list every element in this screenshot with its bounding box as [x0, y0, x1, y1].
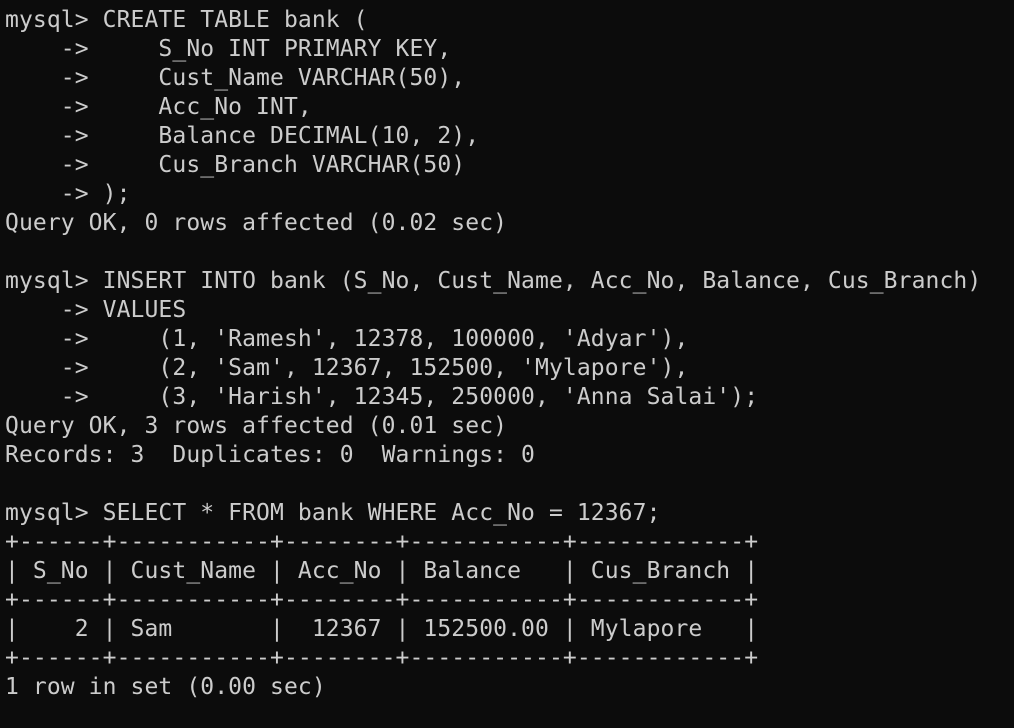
create-table-prompt-line: mysql> CREATE TABLE bank ( — [5, 7, 368, 33]
insert-prompt-line: mysql> INSERT INTO bank (S_No, Cust_Name… — [5, 268, 982, 294]
insert-continuation-line: -> (2, 'Sam', 12367, 152500, 'Mylapore')… — [5, 355, 689, 381]
create-table-continuation-line: -> Balance DECIMAL(10, 2), — [5, 123, 480, 149]
create-table-continuation-line: -> S_No INT PRIMARY KEY, — [5, 36, 452, 62]
result-table-header: | S_No | Cust_Name | Acc_No | Balance | … — [5, 558, 759, 584]
insert-continuation-line: -> (1, 'Ramesh', 12378, 100000, 'Adyar')… — [5, 326, 689, 352]
create-table-continuation-line: -> ); — [5, 181, 131, 207]
terminal-window[interactable]: mysql> CREATE TABLE bank ( -> S_No INT P… — [0, 0, 1014, 728]
select-prompt-line: mysql> SELECT * FROM bank WHERE Acc_No =… — [5, 500, 661, 526]
records-summary: Records: 3 Duplicates: 0 Warnings: 0 — [5, 442, 535, 468]
create-table-continuation-line: -> Cus_Branch VARCHAR(50) — [5, 152, 466, 178]
result-table-border: +------+-----------+--------+-----------… — [5, 587, 759, 613]
create-table-continuation-line: -> Acc_No INT, — [5, 94, 312, 120]
result-table-border: +------+-----------+--------+-----------… — [5, 529, 759, 555]
query-result-message: Query OK, 3 rows affected (0.01 sec) — [5, 413, 508, 439]
insert-continuation-line: -> VALUES — [5, 297, 187, 323]
create-table-continuation-line: -> Cust_Name VARCHAR(50), — [5, 65, 466, 91]
query-result-message: 1 row in set (0.00 sec) — [5, 674, 326, 700]
query-result-message: Query OK, 0 rows affected (0.02 sec) — [5, 210, 508, 236]
result-table-row: | 2 | Sam | 12367 | 152500.00 | Mylapore… — [5, 616, 759, 642]
result-table-border: +------+-----------+--------+-----------… — [5, 645, 759, 671]
insert-continuation-line: -> (3, 'Harish', 12345, 250000, 'Anna Sa… — [5, 384, 759, 410]
